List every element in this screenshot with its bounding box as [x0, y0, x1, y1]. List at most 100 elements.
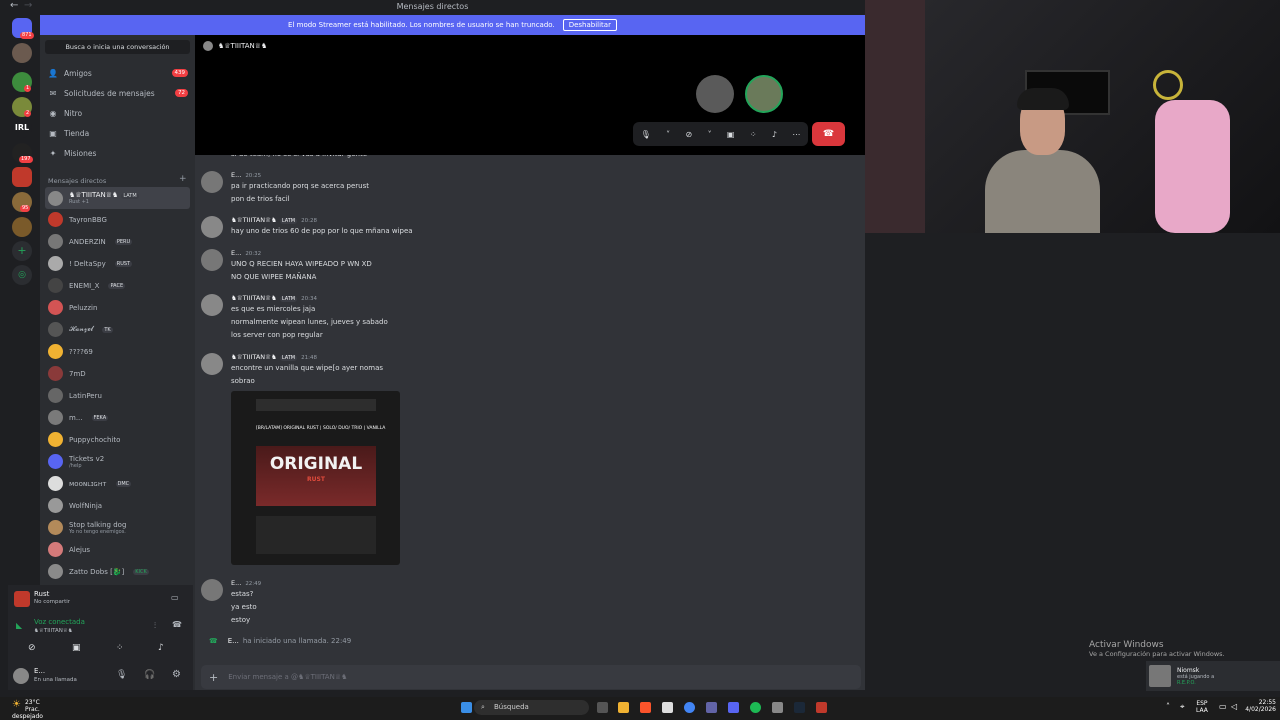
activities-icon[interactable]: ⁘: [116, 643, 124, 653]
dm-item[interactable]: WolfNinja: [45, 495, 190, 516]
soundboard-icon[interactable]: ♪: [772, 130, 777, 139]
embed-heading: [BR/LATAM] ORIGINAL RUST | SOLO/ DUO/ TR…: [256, 426, 386, 431]
rust-taskbar-icon[interactable]: [816, 702, 827, 713]
avatar[interactable]: [201, 294, 223, 316]
task-view-icon[interactable]: [597, 702, 608, 713]
chrome-icon[interactable]: [684, 702, 695, 713]
message-author[interactable]: E...: [231, 579, 241, 587]
dm-item[interactable]: Alejus: [45, 539, 190, 560]
taskbar-search[interactable]: ⌕ Búsqueda: [474, 700, 589, 715]
avatar[interactable]: [201, 353, 223, 375]
microphone-icon[interactable]: 🎙: [116, 670, 127, 680]
disconnect-icon[interactable]: ☎: [172, 620, 182, 629]
user-avatar[interactable]: [13, 668, 29, 684]
avatar[interactable]: [201, 216, 223, 238]
dm-search-input[interactable]: Busca o inicia una conversación: [45, 40, 190, 54]
server-irl-icon[interactable]: IRL: [12, 118, 32, 138]
activity-toast[interactable]: Niomsk está jugando a R.E.P.O.: [1146, 661, 1280, 691]
windows-start-icon[interactable]: [461, 702, 472, 713]
language-indicator[interactable]: ESP LAA: [1196, 700, 1208, 714]
steam-icon[interactable]: [794, 702, 805, 713]
obs-icon[interactable]: [772, 702, 783, 713]
avatar[interactable]: [201, 249, 223, 271]
dm-item[interactable]: ♞♕TIIITAN♕♞ LATM Rust +1: [45, 187, 190, 209]
message-author[interactable]: ♞♕TIIITAN♕♞: [231, 294, 277, 302]
add-server-icon[interactable]: +: [12, 241, 32, 261]
screen-share-icon[interactable]: ▣: [727, 130, 735, 139]
dm-item[interactable]: ????69: [45, 341, 190, 362]
server-icon[interactable]: [12, 43, 32, 63]
message-header: E... 20:32: [231, 249, 261, 257]
camera-off-icon[interactable]: ⊘: [686, 130, 693, 139]
file-explorer-icon[interactable]: [618, 702, 629, 713]
brave-browser-icon[interactable]: [640, 702, 651, 713]
avatar[interactable]: [201, 579, 223, 601]
microphone-icon[interactable]: 🎙: [641, 130, 651, 139]
dm-name: Tickets v2: [69, 454, 105, 463]
nav-nitro[interactable]: ◉ Nitro: [48, 105, 188, 121]
game-activity-panel: Rust No compartir ▭: [8, 585, 193, 615]
location-icon[interactable]: ⌖: [1180, 702, 1185, 712]
message-input[interactable]: + Enviar mensaje a @♞♕TIIITAN♕♞: [201, 665, 861, 689]
discover-icon[interactable]: ◎: [12, 265, 32, 285]
call-starter-name[interactable]: E...: [228, 637, 239, 645]
dm-item[interactable]: Peluzzin: [45, 297, 190, 318]
dm-tag: RUST: [114, 260, 133, 267]
dm-item[interactable]: TayronBBG: [45, 209, 190, 230]
disable-streamer-button[interactable]: Deshabilitar: [562, 19, 617, 31]
image-attachment[interactable]: [BR/LATAM] ORIGINAL RUST | SOLO/ DUO/ TR…: [231, 391, 400, 565]
message-author[interactable]: E...: [231, 249, 241, 257]
call-participant-avatar[interactable]: [745, 75, 783, 113]
new-dm-plus-icon[interactable]: +: [179, 174, 187, 184]
more-icon[interactable]: ⋯: [792, 130, 800, 139]
dm-item[interactable]: 𝓗𝓪𝓷𝔃𝓮𝓵 TK: [45, 319, 190, 340]
stream-icon[interactable]: ▭: [171, 593, 179, 602]
dm-item[interactable]: ANDERZIN PERU: [45, 231, 190, 252]
chevron-down-icon[interactable]: ˅: [666, 130, 670, 139]
settings-gear-icon[interactable]: ⚙: [172, 669, 181, 680]
nav-message-requests[interactable]: ✉ Solicitudes de mensajes 72: [48, 85, 188, 101]
embed-poster: ORIGINAL RUST: [256, 446, 376, 506]
soundboard-icon[interactable]: ♪: [158, 643, 164, 653]
screen-share-icon[interactable]: ▣: [72, 643, 81, 653]
nav-shop[interactable]: ▣ Tienda: [48, 125, 188, 141]
dm-item[interactable]: Zatto Dobs [🐉] KICK: [45, 561, 190, 582]
show-hidden-icons-chevron-icon[interactable]: ˄: [1166, 702, 1170, 711]
chevron-down-icon[interactable]: ˅: [708, 130, 712, 139]
message-author[interactable]: E...: [231, 171, 241, 179]
taskbar-clock[interactable]: 22:55 4/02/2026: [1226, 699, 1276, 713]
dm-item[interactable]: 7mD: [45, 363, 190, 384]
hang-up-button[interactable]: ☎: [812, 122, 845, 146]
dm-item[interactable]: LatinPeru: [45, 385, 190, 406]
dm-item[interactable]: Tickets v2/help: [45, 451, 190, 472]
teams-icon[interactable]: [706, 702, 717, 713]
dm-item[interactable]: ᴍᴏᴏɴʟɪɢʜᴛ DMC: [45, 473, 190, 494]
noise-suppression-icon[interactable]: ⫶: [154, 621, 156, 631]
avatar[interactable]: [201, 171, 223, 193]
nav-quests[interactable]: ✦ Misiones: [48, 145, 188, 161]
spotify-icon[interactable]: [750, 702, 761, 713]
dm-section-header: Mensajes directos: [48, 177, 107, 185]
message-time: 22:49: [245, 581, 262, 587]
server-icon[interactable]: [12, 217, 32, 237]
weather-widget[interactable]: ☀ 23°C Prac. despejado: [12, 699, 60, 720]
sun-icon: ☀: [12, 699, 21, 710]
message-author[interactable]: ♞♕TIIITAN♕♞: [231, 216, 277, 224]
voice-status[interactable]: Voz conectada: [34, 618, 85, 626]
message-author[interactable]: ♞♕TIIITAN♕♞: [231, 353, 277, 361]
camera-off-icon[interactable]: ⊘: [28, 643, 36, 653]
add-attachment-icon[interactable]: +: [209, 671, 218, 684]
message-header: ♞♕TIIITAN♕♞ LATM 20:28: [231, 216, 317, 224]
dm-item[interactable]: Stop talking dog Yo no tengo enemigos.: [45, 517, 190, 538]
headphones-icon[interactable]: 🎧: [144, 670, 155, 680]
store-icon[interactable]: [662, 702, 673, 713]
call-participant-avatar[interactable]: [696, 75, 734, 113]
discord-taskbar-icon[interactable]: [728, 702, 739, 713]
nav-friends[interactable]: 👤 Amigos 439: [48, 65, 188, 81]
activities-icon[interactable]: ⁘: [750, 130, 757, 139]
server-icon[interactable]: [12, 167, 32, 187]
dm-item[interactable]: ENEMI_X PACE: [45, 275, 190, 296]
dm-item[interactable]: ! DeltaSpy RUST: [45, 253, 190, 274]
dm-item[interactable]: Puppychochito: [45, 429, 190, 450]
dm-item[interactable]: m... FEKA: [45, 407, 190, 428]
